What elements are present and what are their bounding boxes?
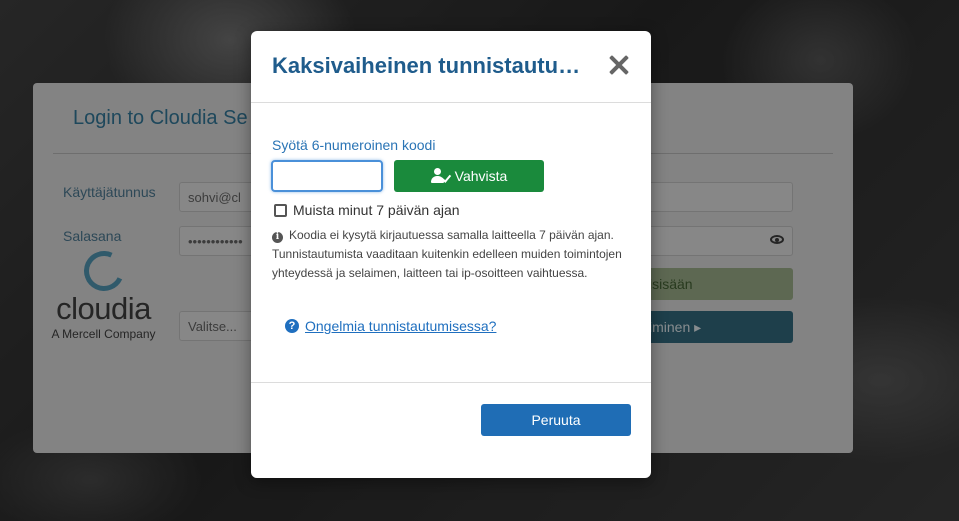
cancel-button[interactable]: Peruuta [481,404,631,436]
info-note: i Koodia ei kysytä kirjautuessa samalla l… [272,226,632,283]
remember-me-label: Muista minut 7 päivän ajan [293,202,460,218]
dialog-header: Kaksivaiheinen tunnistautuminen [251,31,651,103]
help-row: ? Ongelmia tunnistautumisessa? [285,318,496,334]
code-input[interactable] [271,160,383,192]
question-icon: ? [285,319,299,333]
remember-me-checkbox[interactable] [274,203,287,217]
info-text: Koodia ei kysytä kirjautuessa samalla la… [272,228,622,280]
two-factor-dialog: Kaksivaiheinen tunnistautuminen Syötä 6-… [251,31,651,478]
info-icon: i [272,232,283,243]
user-check-icon [430,168,451,184]
code-label: Syötä 6-numeroinen koodi [272,137,436,153]
verify-button-label: Vahvista [454,168,508,184]
help-link[interactable]: Ongelmia tunnistautumisessa? [305,318,496,334]
dialog-footer-divider [251,382,651,383]
remember-me-row[interactable]: Muista minut 7 päivän ajan [274,202,460,218]
close-icon[interactable] [607,53,631,77]
dialog-title: Kaksivaiheinen tunnistautuminen [272,53,592,78]
verify-button[interactable]: Vahvista [394,160,544,192]
